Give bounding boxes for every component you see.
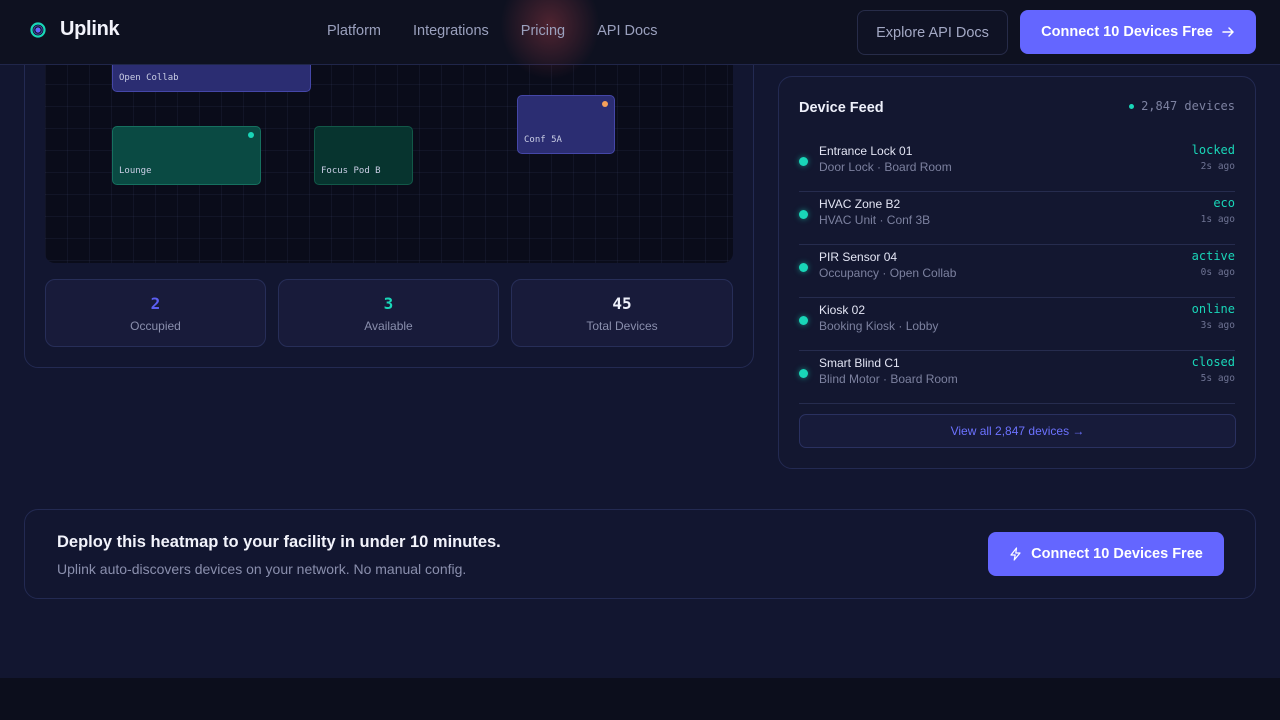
device-name: Smart Blind C1 xyxy=(819,356,900,370)
stat-card-available: 3 Available xyxy=(278,279,499,347)
device-timestamp: 1s ago xyxy=(1200,214,1235,225)
brand-logo[interactable]: Uplink xyxy=(28,18,120,41)
status-dot-icon xyxy=(799,316,808,325)
device-name: Kiosk 02 xyxy=(819,303,866,317)
cta-connect-button[interactable]: Connect 10 Devices Free xyxy=(988,532,1224,576)
device-status: online xyxy=(1191,302,1235,316)
top-navbar: Uplink Platform Integrations Pricing API… xyxy=(0,0,1280,80)
stat-label: Available xyxy=(364,318,413,333)
device-list: Entrance Lock 01 Door Lock · Board Room … xyxy=(799,139,1235,404)
device-row[interactable]: HVAC Zone B2 HVAC Unit · Conf 3B eco 1s … xyxy=(799,192,1235,245)
connect-devices-button[interactable]: Connect 10 Devices Free xyxy=(1020,10,1256,54)
explore-api-docs-button[interactable]: Explore API Docs xyxy=(857,10,1008,55)
status-dot-icon xyxy=(602,101,608,107)
feed-title: Device Feed xyxy=(799,100,884,116)
device-count: 2,847 devices xyxy=(1129,99,1235,113)
device-timestamp: 0s ago xyxy=(1200,267,1235,278)
room-label: Lounge xyxy=(119,166,152,176)
device-status: eco xyxy=(1213,196,1235,210)
brand-name: Uplink xyxy=(60,18,120,40)
cta-title: Deploy this heatmap to your facility in … xyxy=(57,533,501,551)
room-lounge[interactable]: Lounge xyxy=(112,126,261,185)
nav-platform[interactable]: Platform xyxy=(327,23,381,39)
device-row[interactable]: Entrance Lock 01 Door Lock · Board Room … xyxy=(799,139,1235,192)
room-label: Focus Pod B xyxy=(321,166,381,176)
status-dot-icon xyxy=(799,210,808,219)
device-row[interactable]: Smart Blind C1 Blind Motor · Board Room … xyxy=(799,351,1235,404)
device-status: closed xyxy=(1191,355,1235,369)
status-dot-icon xyxy=(799,263,808,272)
device-timestamp: 5s ago xyxy=(1200,373,1235,384)
status-dot-icon xyxy=(799,369,808,378)
main-nav: Platform Integrations Pricing API Docs xyxy=(327,23,658,39)
connect-button-label: Connect 10 Devices Free xyxy=(1041,24,1213,40)
stat-value: 45 xyxy=(612,293,632,313)
status-dot-icon xyxy=(248,132,254,138)
device-timestamp: 2s ago xyxy=(1200,161,1235,172)
device-feed-panel: Device Feed 2,847 devices Entrance Lock … xyxy=(778,76,1256,469)
uplink-logo-icon xyxy=(30,21,46,38)
footer-strip xyxy=(0,678,1280,720)
floor-plan: Open Collab Lounge Focus Pod B Conf 5A xyxy=(45,40,733,263)
device-status: locked xyxy=(1191,143,1235,157)
view-all-devices-button[interactable]: View all 2,847 devices → xyxy=(799,414,1236,448)
device-name: Entrance Lock 01 xyxy=(819,144,913,158)
room-conf-5a[interactable]: Conf 5A xyxy=(517,95,615,154)
stat-label: Total Devices xyxy=(586,318,658,333)
device-type-location: Door Lock · Board Room xyxy=(819,160,952,174)
device-type-location: Booking Kiosk · Lobby xyxy=(819,319,939,333)
nav-pricing[interactable]: Pricing xyxy=(521,23,565,39)
nav-api-docs[interactable]: API Docs xyxy=(597,23,657,39)
arrow-right-icon xyxy=(1222,27,1234,37)
device-count-label: 2,847 devices xyxy=(1141,99,1235,113)
live-dot-icon xyxy=(1129,103,1135,109)
stat-value: 3 xyxy=(383,293,394,313)
cta-subtitle: Uplink auto-discovers devices on your ne… xyxy=(57,561,467,577)
stat-card-total: 45 Total Devices xyxy=(511,279,733,347)
cta-button-label: Connect 10 Devices Free xyxy=(1031,546,1203,562)
device-type-location: Blind Motor · Board Room xyxy=(819,372,958,386)
device-name: HVAC Zone B2 xyxy=(819,197,901,211)
device-type-location: HVAC Unit · Conf 3B xyxy=(819,213,931,227)
lightning-icon xyxy=(1010,547,1021,561)
cta-banner: Deploy this heatmap to your facility in … xyxy=(24,509,1256,599)
status-dot-icon xyxy=(799,157,808,166)
room-label: Conf 5A xyxy=(524,135,562,145)
device-name: PIR Sensor 04 xyxy=(819,250,898,264)
nav-integrations[interactable]: Integrations xyxy=(413,23,489,39)
device-row[interactable]: Kiosk 02 Booking Kiosk · Lobby online 3s… xyxy=(799,298,1235,351)
device-row[interactable]: PIR Sensor 04 Occupancy · Open Collab ac… xyxy=(799,245,1235,298)
device-timestamp: 3s ago xyxy=(1200,320,1235,331)
device-status: active xyxy=(1191,249,1235,263)
device-type-location: Occupancy · Open Collab xyxy=(819,266,957,280)
room-label: Open Collab xyxy=(119,73,179,83)
room-focus-pod-b[interactable]: Focus Pod B xyxy=(314,126,413,185)
stat-card-occupied: 2 Occupied xyxy=(45,279,266,347)
stat-label: Occupied xyxy=(130,318,181,333)
stat-value: 2 xyxy=(150,293,161,313)
